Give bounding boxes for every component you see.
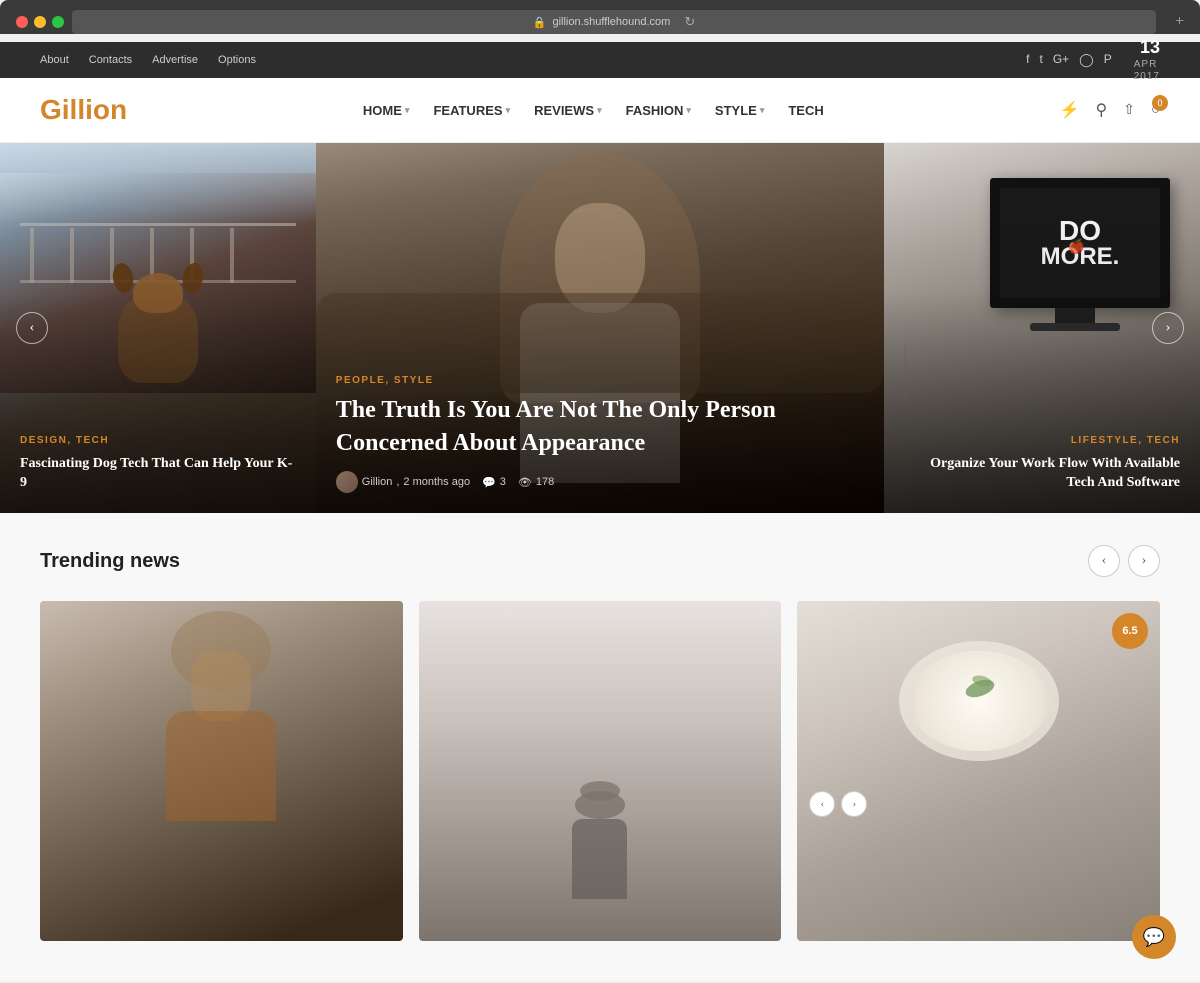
views-icon: 👁 <box>518 476 532 489</box>
chat-fab-button[interactable]: 💬 <box>1132 915 1176 959</box>
hero-card-1[interactable]: ‹ DESIGN, TECH Fascinating Dog Tech That… <box>0 143 316 513</box>
social-icons: f t G+ ◯ P <box>1026 52 1112 68</box>
logo-g: G <box>40 94 62 125</box>
facebook-icon[interactable]: f <box>1026 52 1029 68</box>
date-display: 13 APR2017 <box>1134 37 1160 83</box>
comment-icon: 💬 <box>482 476 496 489</box>
nav-style[interactable]: STYLE ▾ <box>715 103 764 118</box>
chat-fab-icon: 💬 <box>1143 927 1165 948</box>
hero-card-3-title: Organize Your Work Flow With Available T… <box>904 454 1180 493</box>
woman1-body <box>166 711 276 821</box>
nav-fashion[interactable]: FASHION ▾ <box>626 103 691 118</box>
food-surface <box>909 651 1049 751</box>
hero-author: Gillion, 2 months ago <box>336 471 470 493</box>
trending-nav: ‹ › <box>1088 545 1160 577</box>
minimize-dot[interactable] <box>34 16 46 28</box>
top-bar: About Contacts Advertise Options f t G+ … <box>0 42 1200 78</box>
hero-card-3-content: LIFESTYLE, TECH Organize Your Work Flow … <box>884 415 1200 513</box>
browser-window: 🔒 gillion.shufflehound.com ↻ + <box>0 0 1200 34</box>
hero-next-button[interactable]: › <box>1152 312 1184 344</box>
card-inner-nav: ‹ › <box>809 791 867 817</box>
site-logo[interactable]: Gillion <box>40 94 127 126</box>
trending-card-2[interactable]: LIFESTYLE, MOTIVATION The Single Most Im… <box>419 601 782 941</box>
hero-comments: 💬 3 <box>482 476 506 489</box>
nav-advertise[interactable]: Advertise <box>152 54 198 66</box>
share-icon[interactable]: ⇧ <box>1123 102 1135 119</box>
trending-cards-grid: GUIDE, PHOTOGRAPHY Fascinating Photo Edi… <box>40 601 1160 941</box>
trending-section: Trending news ‹ › GUIDE, PHOTOGRAPHY Fas… <box>0 513 1200 981</box>
bolt-icon[interactable]: ⚡ <box>1060 100 1080 120</box>
new-tab-button[interactable]: + <box>1175 13 1184 31</box>
date-month: APR2017 <box>1134 59 1160 83</box>
hero-card-2-meta: Gillion, 2 months ago 💬 3 👁 178 <box>336 471 864 493</box>
pinterest-icon[interactable]: P <box>1104 52 1112 68</box>
date-day: 13 <box>1140 37 1160 59</box>
hero-views: 👁 178 <box>518 476 554 489</box>
hero-card-3-category: LIFESTYLE, TECH <box>904 435 1180 446</box>
hero-card-1-category: DESIGN, TECH <box>20 435 296 446</box>
hero-card-1-title: Fascinating Dog Tech That Can Help Your … <box>20 454 296 493</box>
bowl-outer <box>899 641 1059 761</box>
maximize-dot[interactable] <box>52 16 64 28</box>
cart-badge: 0 <box>1152 95 1168 111</box>
card3-next-btn[interactable]: › <box>841 791 867 817</box>
logo-rest: illion <box>62 94 127 125</box>
browser-controls: 🔒 gillion.shufflehound.com ↻ + <box>16 10 1184 34</box>
trending-card-3-img <box>797 601 1160 821</box>
card3-prev-btn[interactable]: ‹ <box>809 791 835 817</box>
nav-contacts[interactable]: Contacts <box>89 54 132 66</box>
nav-about[interactable]: About <box>40 54 69 66</box>
nav-features[interactable]: FEATURES ▾ <box>433 103 510 118</box>
fashion-dropdown-icon: ▾ <box>686 105 691 116</box>
trending-prev-button[interactable]: ‹ <box>1088 545 1120 577</box>
cart-icon-wrap[interactable]: ○ 0 <box>1151 101 1160 119</box>
main-nav: HOME ▾ FEATURES ▾ REVIEWS ▾ FASHION ▾ ST… <box>363 103 824 118</box>
close-dot[interactable] <box>16 16 28 28</box>
site-wrapper: About Contacts Advertise Options f t G+ … <box>0 42 1200 981</box>
reviews-dropdown-icon: ▾ <box>597 105 602 116</box>
nav-reviews[interactable]: REVIEWS ▾ <box>534 103 602 118</box>
author-avatar <box>336 471 358 493</box>
hero-slider: ‹ DESIGN, TECH Fascinating Dog Tech That… <box>0 143 1200 513</box>
url-text: gillion.shufflehound.com <box>552 16 670 28</box>
trending-title: Trending news <box>40 550 180 573</box>
nav-options[interactable]: Options <box>218 54 256 66</box>
address-bar[interactable]: 🔒 gillion.shufflehound.com ↻ <box>72 10 1156 34</box>
instagram-icon[interactable]: ◯ <box>1079 52 1094 68</box>
style-dropdown-icon: ▾ <box>760 105 765 116</box>
trending-card-1-img <box>40 601 403 821</box>
google-plus-icon[interactable]: G+ <box>1053 52 1069 68</box>
top-bar-right: f t G+ ◯ P 13 APR2017 <box>1026 37 1160 83</box>
hero-card-3[interactable]: DO MORE. 🍎 › LIFESTYLE, TECH Organize Yo… <box>884 143 1200 513</box>
hero-card-2[interactable]: PEOPLE, STYLE The Truth Is You Are Not T… <box>316 143 884 513</box>
browser-right: + <box>1164 13 1184 31</box>
home-dropdown-icon: ▾ <box>405 105 410 116</box>
trending-card-2-img <box>419 601 782 821</box>
top-bar-nav: About Contacts Advertise Options <box>40 54 256 66</box>
trending-card-1[interactable]: GUIDE, PHOTOGRAPHY Fascinating Photo Edi… <box>40 601 403 941</box>
search-icon[interactable]: ⚲ <box>1095 100 1107 120</box>
reload-icon[interactable]: ↻ <box>684 14 695 30</box>
hero-card-2-content: PEOPLE, STYLE The Truth Is You Are Not T… <box>316 355 884 513</box>
header-icons: ⚡ ⚲ ⇧ ○ 0 <box>1060 100 1160 120</box>
traffic-lights <box>16 16 64 28</box>
hero-card-1-content: DESIGN, TECH Fascinating Dog Tech That C… <box>0 415 316 513</box>
twitter-icon[interactable]: t <box>1039 52 1042 68</box>
nav-tech[interactable]: TECH <box>788 103 823 118</box>
food-texture <box>909 651 1049 751</box>
trending-header: Trending news ‹ › <box>40 545 1160 577</box>
nav-home[interactable]: HOME ▾ <box>363 103 410 118</box>
features-dropdown-icon: ▾ <box>506 105 511 116</box>
trending-card-3[interactable]: 6.5 <box>797 601 1160 941</box>
hero-prev-button[interactable]: ‹ <box>16 312 48 344</box>
rating-badge: 6.5 <box>1112 613 1148 649</box>
fog-overlay <box>419 601 782 941</box>
lock-icon: 🔒 <box>533 16 547 29</box>
trending-next-button[interactable]: › <box>1128 545 1160 577</box>
site-header: Gillion HOME ▾ FEATURES ▾ REVIEWS ▾ FASH… <box>0 78 1200 143</box>
hero-card-2-category: PEOPLE, STYLE <box>336 375 864 386</box>
hero-card-2-title: The Truth Is You Are Not The Only Person… <box>336 394 864 461</box>
